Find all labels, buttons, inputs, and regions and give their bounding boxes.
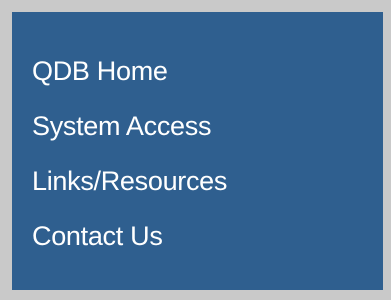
nav-menu-entry: System Access <box>32 111 227 166</box>
nav-menu: QDB Home System Access Links/Resources C… <box>32 56 227 276</box>
nav-link-qdb-home[interactable]: QDB Home <box>32 56 227 111</box>
nav-link-links-resources[interactable]: Links/Resources <box>32 166 227 221</box>
nav-menu-entry: QDB Home <box>32 56 227 111</box>
nav-menu-entry: Contact Us <box>32 221 227 276</box>
nav-link-contact-us[interactable]: Contact Us <box>32 221 227 276</box>
navigation-panel: QDB Home System Access Links/Resources C… <box>0 0 391 300</box>
nav-menu-entry: Links/Resources <box>32 166 227 221</box>
nav-link-system-access[interactable]: System Access <box>32 111 227 166</box>
